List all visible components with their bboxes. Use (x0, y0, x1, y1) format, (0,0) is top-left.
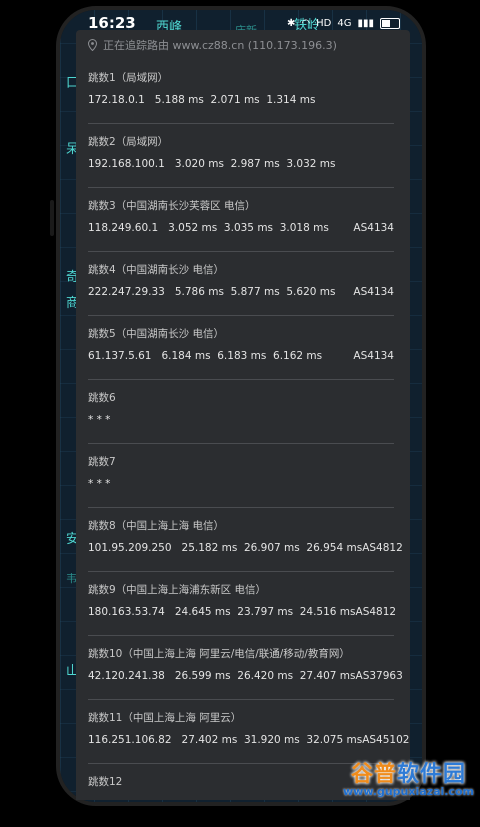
hop-detail: 192.168.100.1 3.020 ms 2.987 ms 3.032 ms (88, 158, 394, 170)
status-icons: ✱ ◠ HD 4G ▮▮▮ (287, 17, 400, 29)
hop-detail: 118.249.60.1 3.052 ms 3.035 ms 3.018 ms A… (88, 222, 394, 234)
watermark-logo: 谷普软件园 (350, 762, 467, 787)
hop-detail: * * * (88, 478, 394, 490)
hop-detail: 172.18.0.1 5.188 ms 2.071 ms 1.314 ms (88, 94, 394, 106)
bluetooth-icon: ✱ (287, 17, 296, 29)
hop-title: 跳数7 (88, 456, 116, 468)
hop-title: 跳数10（中国上海上海 阿里云/电信/联通/移动/教育网） (88, 648, 350, 660)
hop-as-number: AS4134 (353, 222, 394, 234)
signal-icon: ▮▮▮ (357, 17, 374, 29)
hop-address-times: 222.247.29.33 5.786 ms 5.877 ms 5.620 ms (88, 286, 336, 298)
watermark-url: www.gupuxiazai.com (343, 785, 474, 798)
hop-as-number: AS4134 (353, 286, 394, 298)
hop-title: 跳数8（中国上海上海 电信） (88, 520, 225, 532)
traceroute-panel[interactable]: 正在追踪路由 www.cz88.cn (110.173.196.3) 跳数1（局… (76, 30, 410, 800)
hop-detail: 101.95.209.250 25.182 ms 26.907 ms 26.95… (88, 542, 403, 554)
hop-title: 跳数4（中国湖南长沙 电信） (88, 264, 225, 276)
hop-as-number: AS4812 (362, 542, 403, 554)
hop-detail: 61.137.5.61 6.184 ms 6.183 ms 6.162 ms AS… (88, 350, 394, 362)
hop-row[interactable]: 跳数2（局域网） 192.168.100.1 3.020 ms 2.987 ms … (88, 124, 394, 188)
hop-address-times: * * * (88, 478, 111, 490)
hop-title: 跳数11（中国上海上海 阿里云） (88, 712, 242, 724)
tracing-status: 正在追踪路由 www.cz88.cn (110.173.196.3) (76, 30, 410, 60)
hop-title: 跳数2（局域网） (88, 136, 169, 148)
hop-address-times: 172.18.0.1 5.188 ms 2.071 ms 1.314 ms (88, 94, 316, 106)
hop-detail: * * * (88, 414, 394, 426)
tracing-text: 正在追踪路由 www.cz88.cn (110.173.196.3) (103, 39, 337, 52)
hop-address-times: 116.251.106.82 27.402 ms 31.920 ms 32.07… (88, 734, 363, 746)
wifi-icon: ◠ (301, 17, 311, 29)
hop-as-number: AS45102 (362, 734, 410, 746)
hop-row[interactable]: 跳数6 * * * (88, 380, 394, 444)
hop-row[interactable]: 跳数10（中国上海上海 阿里云/电信/联通/移动/教育网） 42.120.241.… (88, 636, 403, 700)
hop-address-times: 118.249.60.1 3.052 ms 3.035 ms 3.018 ms (88, 222, 329, 234)
battery-icon (380, 17, 400, 29)
hop-row[interactable]: 跳数1（局域网） 172.18.0.1 5.188 ms 2.071 ms 1.3… (88, 60, 394, 124)
hop-detail: 42.120.241.38 26.599 ms 26.420 ms 27.407… (88, 670, 403, 682)
hop-title: 跳数5（中国湖南长沙 电信） (88, 328, 225, 340)
hop-title: 跳数6 (88, 392, 116, 404)
signal-label: 4G (337, 17, 352, 29)
hop-row[interactable]: 跳数5（中国湖南长沙 电信） 61.137.5.61 6.184 ms 6.183… (88, 316, 394, 380)
hop-address-times: 42.120.241.38 26.599 ms 26.420 ms 27.407… (88, 670, 356, 682)
hop-row[interactable]: 跳数9（中国上海上海浦东新区 电信） 180.163.53.74 24.645 m… (88, 572, 397, 636)
hop-as-number: AS4812 (355, 606, 397, 618)
hop-title: 跳数3（中国湖南长沙芙蓉区 电信） (88, 200, 256, 212)
hop-row[interactable]: 跳数7 * * * (88, 444, 394, 508)
hop-address-times: 101.95.209.250 25.182 ms 26.907 ms 26.95… (88, 542, 363, 554)
location-pin-icon (88, 39, 97, 51)
hop-as-number: AS4134 (353, 350, 394, 362)
hop-detail: 222.247.29.33 5.786 ms 5.877 ms 5.620 ms… (88, 286, 394, 298)
hop-row[interactable]: 跳数8（中国上海上海 电信） 101.95.209.250 25.182 ms 2… (88, 508, 403, 572)
hop-title: 跳数1（局域网） (88, 72, 169, 84)
hop-address-times: 61.137.5.61 6.184 ms 6.183 ms 6.162 ms (88, 350, 323, 362)
hop-address-times: 180.163.53.74 24.645 ms 23.797 ms 24.516… (88, 606, 356, 618)
hop-row[interactable]: 跳数11（中国上海上海 阿里云） 116.251.106.82 27.402 ms… (88, 700, 409, 764)
hop-row[interactable]: 跳数3（中国湖南长沙芙蓉区 电信） 118.249.60.1 3.052 ms 3… (88, 188, 394, 252)
hop-detail: 116.251.106.82 27.402 ms 31.920 ms 32.07… (88, 734, 409, 746)
watermark: 谷普软件园 www.gupuxiazai.com (343, 756, 474, 798)
hop-detail: 180.163.53.74 24.645 ms 23.797 ms 24.516… (88, 606, 397, 618)
hop-address-times: 192.168.100.1 3.020 ms 2.987 ms 3.032 ms (88, 158, 336, 170)
volume-button (50, 200, 54, 236)
hop-as-number: AS37963 (355, 670, 403, 682)
hop-address-times: * * * (88, 414, 111, 426)
hop-title: 跳数12 (88, 776, 123, 788)
hop-title: 跳数9（中国上海上海浦东新区 电信） (88, 584, 267, 596)
hop-row[interactable]: 跳数4（中国湖南长沙 电信） 222.247.29.33 5.786 ms 5.8… (88, 252, 394, 316)
hd-badge: HD (316, 17, 332, 29)
